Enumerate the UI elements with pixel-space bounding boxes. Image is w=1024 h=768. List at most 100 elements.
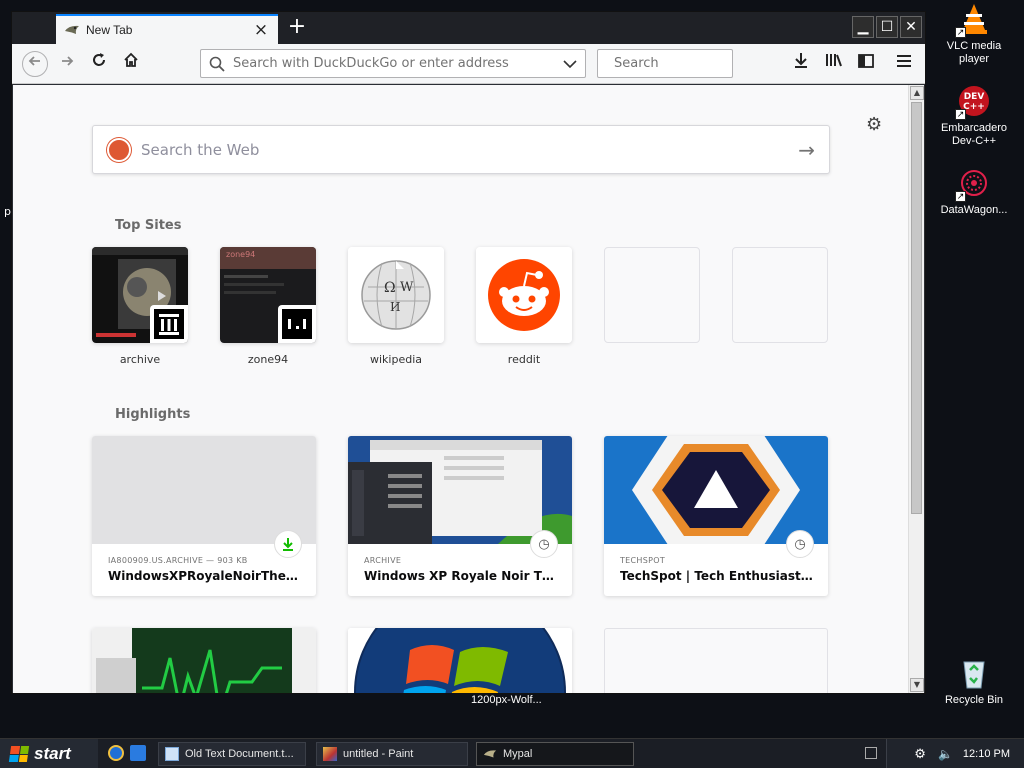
download-icon (795, 53, 807, 68)
minimize-button[interactable]: ▁ (852, 16, 874, 38)
search-bar[interactable] (597, 49, 784, 78)
tab-new-tab[interactable]: New Tab × (56, 14, 278, 44)
top-site-reddit[interactable]: reddit (476, 247, 572, 366)
desktop-icon-devcpp[interactable]: DEV C++ ↗ Embarcadero Dev-C++ (932, 84, 1016, 148)
desktop-icon-vlc[interactable]: ↗ VLC media player (932, 2, 1016, 66)
shortcut-arrow-icon: ↗ (955, 27, 966, 38)
taskbar-item-mypal[interactable]: Mypal (476, 742, 634, 766)
mypal-favicon-icon (65, 25, 79, 34)
clock[interactable]: 12:10 PM (963, 748, 1010, 760)
forward-arrow-icon (62, 56, 74, 66)
top-site-zone94[interactable]: zone94 zone94 (220, 247, 316, 366)
top-site-tile[interactable] (476, 247, 572, 343)
start-button[interactable]: start (0, 739, 98, 768)
desktop-icon-recycle-bin[interactable]: Recycle Bin (932, 656, 1016, 707)
library-icon (826, 54, 842, 67)
settings-gear-icon[interactable]: ⚙ (866, 114, 882, 135)
web-search-box[interactable]: → (92, 125, 830, 174)
reload-icon (93, 53, 105, 66)
notepad-icon (165, 747, 179, 761)
vertical-scrollbar[interactable]: ▲ ▼ (908, 85, 924, 693)
scrollbar-thumb[interactable] (911, 102, 922, 514)
highlight-thumbnail (604, 436, 828, 554)
network-icon[interactable]: ⚙ (914, 746, 926, 762)
highlight-host: IA800909.US.ARCHIVE — 903 KB (108, 556, 248, 565)
desktop-icon-label: Recycle Bin (944, 694, 1004, 706)
taskbar-item-paint[interactable]: untitled - Paint (316, 742, 468, 766)
downloads-button[interactable] (789, 52, 813, 76)
shortcut-arrow-icon: ↗ (955, 109, 966, 120)
desktop-partial-label[interactable]: 1200px-Wolf... (471, 694, 542, 706)
tab-strip: New Tab × + ▁ ☐ ✕ (12, 12, 925, 44)
back-button[interactable] (22, 51, 48, 77)
reddit-icon (476, 247, 572, 343)
search-icon (209, 56, 225, 72)
home-icon (124, 52, 138, 67)
vlc-icon: ↗ (955, 2, 991, 38)
reload-button[interactable] (87, 52, 111, 76)
library-button[interactable] (822, 52, 846, 76)
clock-icon: ◷ (530, 530, 558, 558)
highlight-card[interactable]: IA800909.US.ARCHIVE — 903 KB WindowsXPRo… (92, 436, 316, 596)
archive-org-icon (154, 309, 184, 339)
highlight-card[interactable]: ◷ TECHSPOT TechSpot | Tech Enthusiasts, … (604, 436, 828, 596)
chevron-down-icon[interactable] (563, 59, 577, 69)
highlight-card[interactable]: ◷ ARCHIVE Windows XP Royale Noir Theme .… (348, 436, 572, 596)
tab-title: New Tab (86, 23, 133, 37)
top-site-label: archive (119, 353, 161, 366)
home-button[interactable] (119, 52, 143, 76)
maximize-button[interactable]: ☐ (876, 16, 898, 38)
top-site-tile[interactable] (92, 247, 188, 343)
desktop-icon-datawagon[interactable]: ↗ DataWagon... (932, 166, 1016, 217)
volume-icon[interactable]: 🔈 (938, 747, 953, 761)
sidebar-icon (858, 54, 874, 68)
top-site-tile[interactable]: zone94 (220, 247, 316, 343)
highlight-card[interactable] (348, 628, 572, 693)
url-bar[interactable] (200, 49, 586, 78)
zone94-logo-badge (278, 305, 316, 343)
svg-text:zone94: zone94 (226, 250, 255, 259)
scroll-up-arrow-icon[interactable]: ▲ (910, 86, 924, 100)
forward-button[interactable] (55, 52, 79, 76)
quick-launch-icon[interactable] (130, 745, 146, 761)
top-site-placeholder[interactable] (732, 247, 828, 343)
top-site-wikipedia[interactable]: Ω W И wikipedia (348, 247, 444, 366)
zone94-icon (282, 309, 312, 339)
svg-text:DEV: DEV (964, 92, 985, 102)
system-tray: ⚙ 🔈 12:10 PM (865, 739, 1024, 768)
mypal-icon (483, 750, 497, 758)
menu-button[interactable] (892, 52, 916, 76)
close-window-button[interactable]: ✕ (900, 16, 922, 38)
desktop-icon-label: Embarcadero Dev-C++ (940, 122, 1008, 147)
svg-text:Ω: Ω (384, 280, 396, 296)
highlight-thumbnail (348, 436, 572, 544)
url-input[interactable] (233, 56, 563, 71)
top-site-placeholder[interactable] (604, 247, 700, 343)
new-tab-button[interactable]: + (286, 16, 308, 38)
taskbar: start Old Text Document.t... untitled - … (0, 738, 1024, 768)
sidebar-button[interactable] (854, 52, 878, 76)
top-site-label: wikipedia (369, 353, 422, 366)
scroll-down-arrow-icon[interactable]: ▼ (910, 678, 924, 692)
tab-close-button[interactable]: × (252, 22, 270, 39)
highlight-host: ARCHIVE (364, 556, 402, 565)
search-input[interactable] (614, 56, 784, 71)
top-site-label: reddit (507, 353, 541, 366)
start-label: start (34, 744, 71, 763)
hamburger-menu-icon (897, 55, 911, 67)
taskbar-item-notepad[interactable]: Old Text Document.t... (158, 742, 306, 766)
highlight-card[interactable] (92, 628, 316, 693)
search-submit-arrow-icon[interactable]: → (798, 138, 815, 162)
download-icon (274, 530, 302, 558)
top-site-tile[interactable]: Ω W И (348, 247, 444, 343)
top-site-empty[interactable] (732, 247, 828, 353)
internet-explorer-icon[interactable] (108, 745, 124, 761)
desktop-icon-label: VLC media player (946, 40, 1002, 65)
top-site-empty[interactable] (604, 247, 700, 353)
keyboard-icon[interactable] (865, 747, 877, 759)
taskbar-item-label: Old Text Document.t... (185, 748, 294, 760)
highlights-heading: Highlights (115, 407, 191, 422)
top-site-archive[interactable]: archive (92, 247, 188, 366)
highlight-thumbnail (92, 436, 316, 544)
web-search-input[interactable] (141, 140, 799, 159)
